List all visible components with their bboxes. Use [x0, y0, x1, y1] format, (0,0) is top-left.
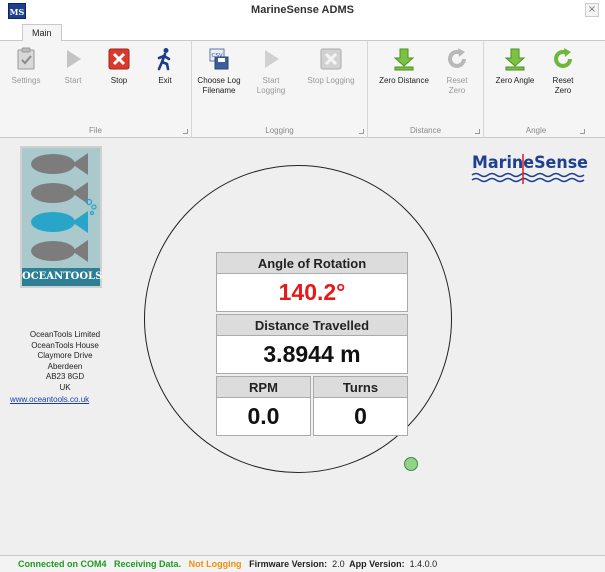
- play-icon: [67, 50, 81, 68]
- reset-zero-distance-label: Reset Zero: [446, 76, 468, 95]
- walking-person-icon: [157, 48, 171, 71]
- ribbon-group-file: Settings Start Stop Exit File: [0, 41, 192, 138]
- address-line: OceanTools Limited: [29, 330, 101, 339]
- window-title: MarineSense ADMS: [251, 4, 354, 16]
- ribbon-group-angle: Zero Angle Reset Zero Angle: [484, 41, 588, 138]
- address-line: UK: [59, 382, 71, 392]
- brand-name: MarineSense: [472, 153, 588, 173]
- firmware-version-label: Firmware Version:: [249, 559, 328, 569]
- marinesense-logo: MarineSense: [471, 153, 588, 184]
- zero-angle-button[interactable]: Zero Angle: [488, 47, 542, 86]
- play-icon: [265, 50, 279, 68]
- reset-zero-angle-label: Reset Zero: [552, 76, 574, 95]
- ribbon-group-logging: CSV Choose Log Filename Start Logging St…: [192, 41, 368, 138]
- oceantools-logo: OCEANTOOLS: [20, 146, 102, 288]
- choose-log-filename-label: Choose Log Filename: [197, 76, 241, 95]
- file-group-label: File: [89, 126, 102, 135]
- app-version-value: 1.4.0.0: [409, 559, 438, 569]
- green-down-arrow-icon: [504, 48, 526, 71]
- logging-group-launcher[interactable]: [359, 129, 364, 134]
- distance-travelled-header: Distance Travelled: [216, 314, 408, 336]
- rpm-header: RPM: [216, 376, 311, 398]
- distance-group-label: Distance: [409, 126, 442, 135]
- csv-save-icon: CSV: [209, 48, 229, 70]
- green-down-arrow-icon: [393, 48, 415, 71]
- ribbon-group-distance: Zero Distance Reset Zero Distance: [368, 41, 484, 138]
- turns-cell: Turns 0: [313, 376, 408, 436]
- ribbon-tab-row: Main: [0, 22, 605, 42]
- zero-distance-button[interactable]: Zero Distance: [372, 47, 436, 86]
- red-x-icon: [108, 48, 130, 70]
- zero-angle-label: Zero Angle: [495, 76, 535, 85]
- distance-group-launcher[interactable]: [475, 129, 480, 134]
- title-bar: MS MarineSense ADMS ×: [0, 0, 605, 22]
- website-link[interactable]: www.oceantools.co.uk: [10, 395, 120, 406]
- choose-log-filename-button[interactable]: CSV Choose Log Filename: [196, 47, 242, 96]
- address-line: Claymore Drive: [37, 351, 93, 360]
- stop-logging-button[interactable]: Stop Logging: [298, 47, 364, 86]
- angle-group-label: Angle: [525, 126, 547, 135]
- reset-zero-angle-button[interactable]: Reset Zero: [546, 47, 580, 96]
- receiving-status: Receiving Data.: [114, 559, 182, 569]
- reset-zero-distance-button[interactable]: Reset Zero: [440, 47, 474, 96]
- logging-status: Not Logging: [188, 559, 242, 569]
- start-logging-button[interactable]: Start Logging: [252, 47, 290, 96]
- close-button[interactable]: ×: [585, 3, 599, 17]
- rpm-value: 0.0: [216, 398, 311, 436]
- zero-distance-label: Zero Distance: [379, 76, 429, 85]
- connection-status: Connected on COM4: [18, 559, 107, 569]
- logging-group-label: Logging: [265, 126, 294, 135]
- app-version-label: App Version:: [349, 559, 405, 569]
- start-button[interactable]: Start: [56, 47, 90, 86]
- clipboard-check-icon: [17, 47, 35, 70]
- stop-label: Stop: [110, 76, 128, 85]
- stop-button[interactable]: Stop: [102, 47, 136, 86]
- start-label: Start: [64, 76, 82, 85]
- exit-button[interactable]: Exit: [148, 47, 182, 86]
- exit-label: Exit: [158, 76, 172, 85]
- readout-panel: Angle of Rotation 140.2° Distance Travel…: [216, 252, 408, 436]
- address-line: AB23 8GD: [45, 372, 85, 381]
- settings-button[interactable]: Settings: [8, 47, 44, 86]
- settings-label: Settings: [11, 76, 41, 85]
- angle-of-rotation-header: Angle of Rotation: [216, 252, 408, 274]
- file-group-launcher[interactable]: [183, 129, 188, 134]
- tab-main[interactable]: Main: [22, 24, 62, 42]
- address-line: OceanTools House: [31, 340, 99, 350]
- oceantools-logo-label: OCEANTOOLS: [22, 268, 102, 286]
- green-refresh-icon: [554, 48, 572, 68]
- start-logging-label: Start Logging: [256, 76, 286, 95]
- distance-travelled-value: 3.8944 m: [216, 336, 408, 374]
- ribbon: Settings Start Stop Exit File CSV Choose…: [0, 41, 605, 138]
- turns-header: Turns: [313, 376, 408, 398]
- angle-of-rotation-value: 140.2°: [216, 274, 408, 312]
- turns-value: 0: [313, 398, 408, 436]
- dial-position-marker[interactable]: [404, 457, 418, 471]
- rpm-cell: RPM 0.0: [216, 376, 311, 436]
- address-line: Aberdeen: [47, 361, 83, 371]
- status-bar: Connected on COM4 Receiving Data. Not Lo…: [0, 555, 605, 572]
- fish-logo-icon: [31, 153, 97, 262]
- stop-logging-label: Stop Logging: [307, 76, 355, 85]
- refresh-icon: [448, 48, 466, 68]
- rpm-turns-row: RPM 0.0 Turns 0: [216, 376, 408, 436]
- firmware-version-value: 2.0: [332, 559, 345, 569]
- angle-group-launcher[interactable]: [580, 129, 585, 134]
- company-address: OceanTools Limited OceanTools House Clay…: [10, 330, 120, 406]
- gray-x-icon: [320, 48, 342, 70]
